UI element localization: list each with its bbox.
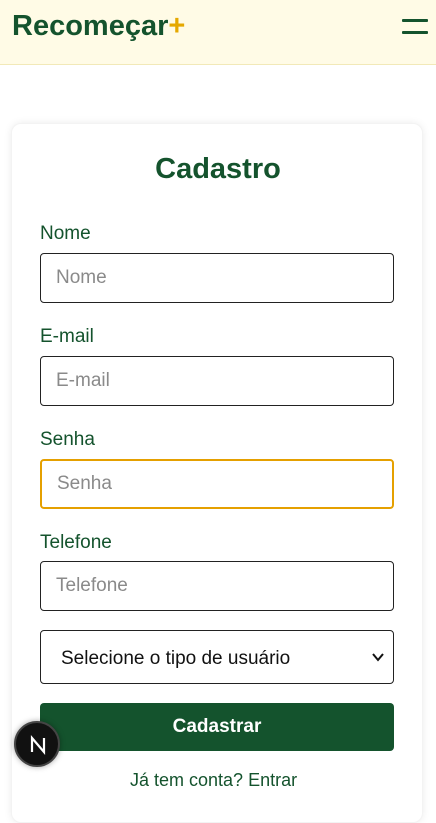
brand-plus: + — [168, 10, 186, 42]
submit-button[interactable]: Cadastrar — [40, 703, 394, 751]
brand-logo[interactable]: Recomeçar+ — [12, 10, 185, 43]
password-label: Senha — [40, 429, 95, 450]
hamburger-icon[interactable] — [402, 17, 428, 37]
top-header: Recomeçar+ — [0, 0, 436, 65]
n-letter-icon — [30, 735, 46, 755]
chevron-down-icon — [372, 653, 384, 662]
phone-input[interactable] — [40, 561, 394, 611]
user-type-selected: Selecione o tipo de usuário — [61, 648, 291, 669]
brand-name: Recomeçar — [12, 10, 169, 42]
password-input[interactable] — [40, 459, 394, 509]
name-label: Nome — [40, 223, 91, 244]
user-type-select[interactable]: Selecione o tipo de usuário — [40, 630, 394, 684]
phone-label: Telefone — [40, 532, 112, 553]
hamburger-line — [402, 19, 428, 22]
name-input[interactable] — [40, 253, 394, 303]
hamburger-line — [402, 31, 428, 34]
page-title: Cadastro — [155, 153, 281, 185]
email-input[interactable] — [40, 356, 394, 406]
email-label: E-mail — [40, 326, 94, 347]
next-logo-icon[interactable] — [14, 721, 60, 767]
